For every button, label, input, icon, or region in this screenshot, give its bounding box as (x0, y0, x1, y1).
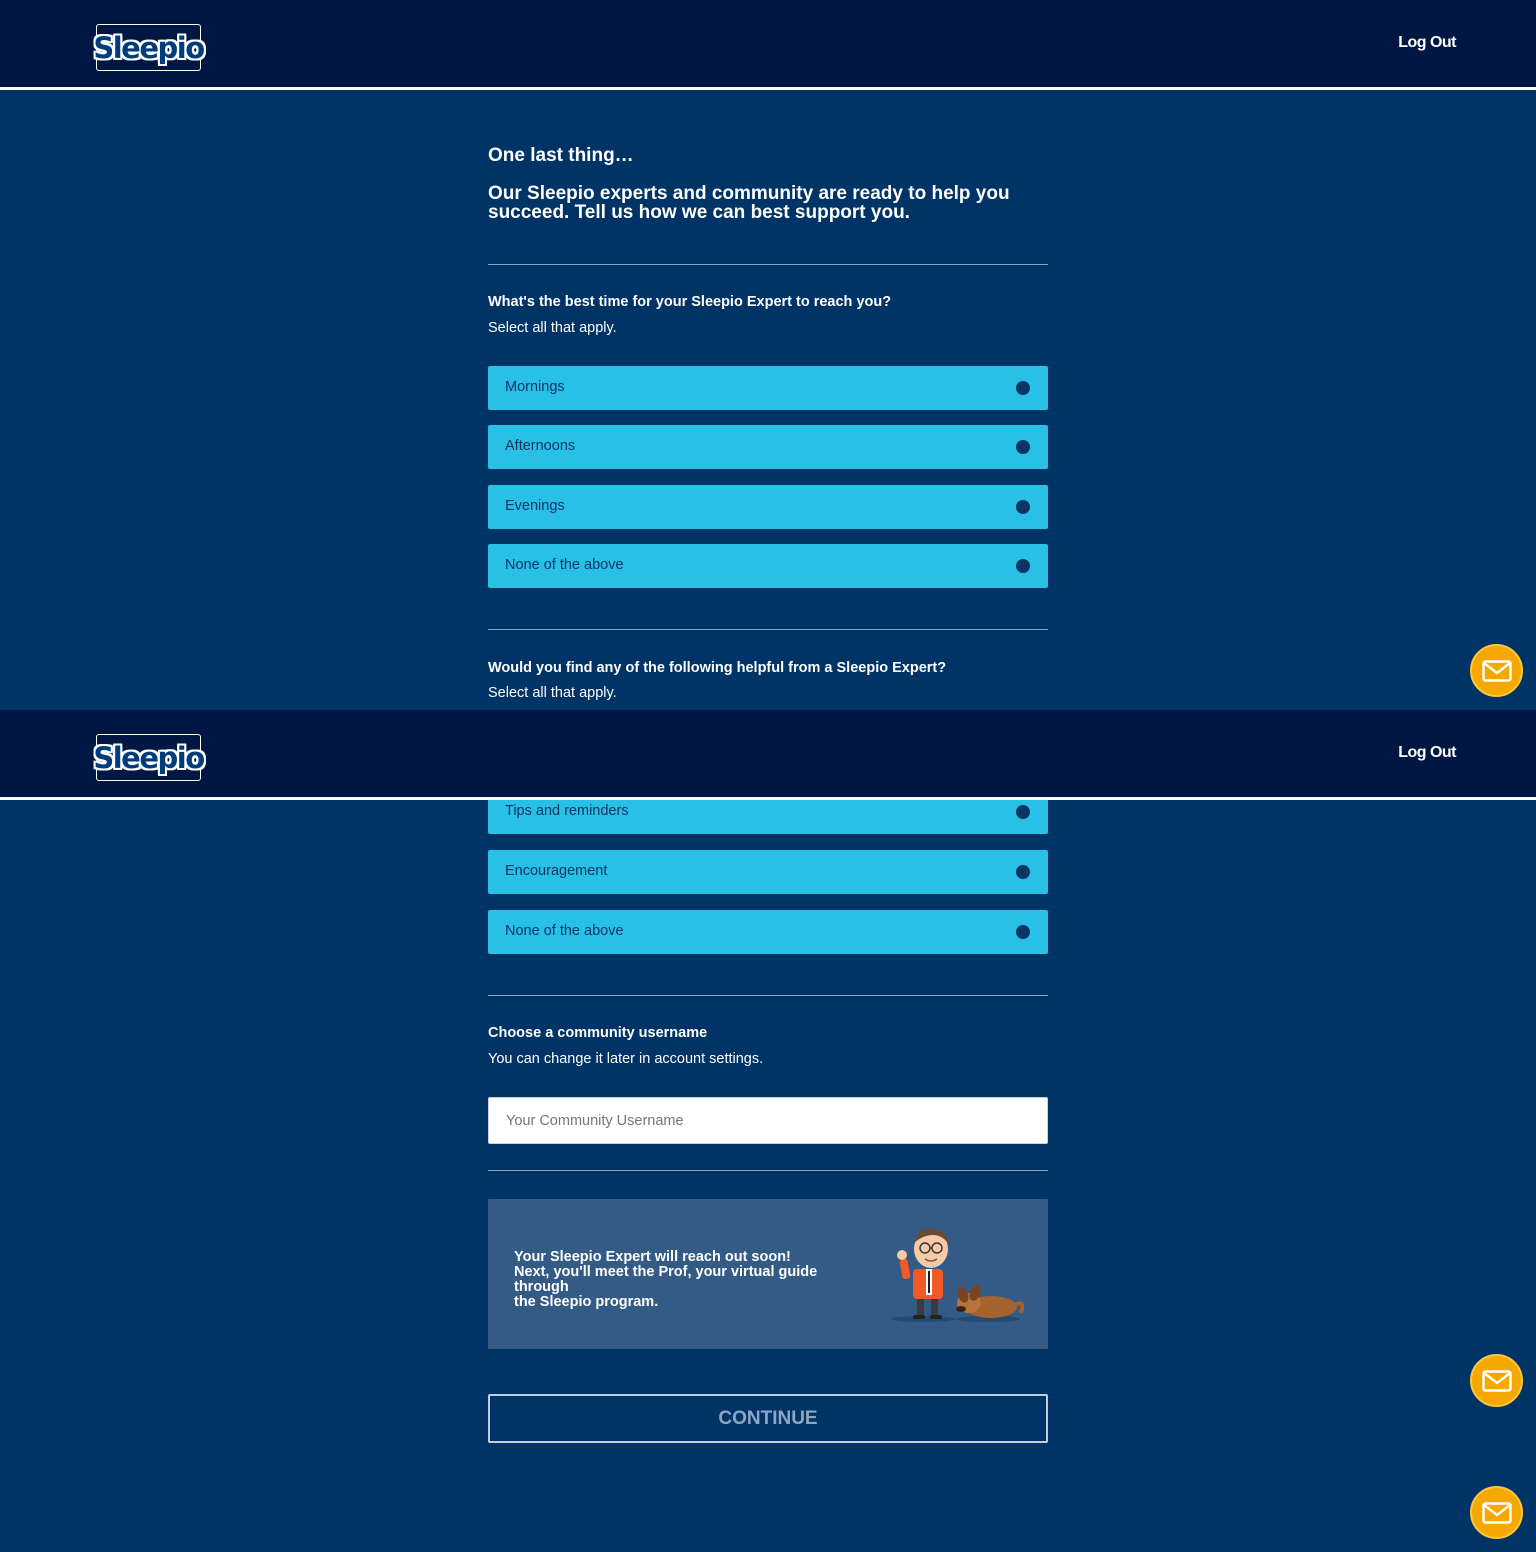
sleepio-logo[interactable]: Sleepio (93, 734, 205, 781)
dot-icon (1016, 381, 1030, 395)
info-line-3: the Sleepio program. (514, 1294, 659, 1310)
mail-icon (1481, 1369, 1512, 1392)
option-encouragement[interactable]: Encouragement (488, 850, 1048, 894)
logo-text: Sleepio (93, 30, 205, 65)
mail-icon (1481, 1501, 1512, 1524)
page-title: One last thing… (488, 145, 634, 166)
top-header: Sleepio Log Out (0, 0, 1536, 90)
username-input[interactable] (488, 1097, 1048, 1144)
subtitle-line-1: Our Sleepio experts and community are re… (488, 183, 1010, 204)
dot-icon (1016, 805, 1030, 819)
divider (488, 629, 1048, 630)
mail-button[interactable] (1470, 644, 1523, 697)
option-label: Tips and reminders (505, 803, 629, 819)
logout-link[interactable]: Log Out (1398, 34, 1456, 52)
info-line-1: Your Sleepio Expert will reach out soon! (514, 1249, 791, 1265)
info-card-text: Your Sleepio Expert will reach out soon!… (514, 1250, 874, 1310)
option-afternoons[interactable]: Afternoons (488, 425, 1048, 469)
dot-icon (1016, 500, 1030, 514)
dot-icon (1016, 559, 1030, 573)
info-card: Your Sleepio Expert will reach out soon!… (488, 1199, 1048, 1349)
option-mornings[interactable]: Mornings (488, 366, 1048, 410)
page: Sleepio Log Out One last thing… Our Slee… (0, 0, 1536, 1552)
dot-icon (1016, 865, 1030, 879)
option-none-time[interactable]: None of the above (488, 544, 1048, 588)
logout-link[interactable]: Log Out (1398, 744, 1456, 762)
dot-icon (1016, 440, 1030, 454)
divider (488, 995, 1048, 996)
option-evenings[interactable]: Evenings (488, 485, 1048, 529)
option-label: Mornings (505, 379, 565, 395)
dot-icon (1016, 925, 1030, 939)
username-hint: You can change it later in account setti… (488, 1051, 764, 1067)
username-label: Choose a community username (488, 1025, 708, 1041)
divider (488, 264, 1048, 265)
sticky-header: Sleepio Log Out (0, 710, 1536, 800)
logo-text: Sleepio (93, 740, 205, 775)
sleepio-logo[interactable]: Sleepio (93, 24, 205, 71)
option-none-help[interactable]: None of the above (488, 910, 1048, 954)
option-label: None of the above (505, 923, 624, 939)
option-label: Evenings (505, 498, 565, 514)
mail-button[interactable] (1470, 1354, 1523, 1407)
help-question-hint: Select all that apply. (488, 685, 617, 701)
help-question: Would you find any of the following help… (488, 660, 947, 676)
option-label: None of the above (505, 557, 624, 573)
time-question: What's the best time for your Sleepio Ex… (488, 294, 892, 310)
mail-button[interactable] (1470, 1486, 1523, 1539)
mail-icon (1481, 659, 1512, 682)
time-question-hint: Select all that apply. (488, 320, 617, 336)
subtitle-line-2: succeed. Tell us how we can best support… (488, 202, 910, 223)
prof-and-dog-illustration (891, 1228, 1025, 1322)
info-line-2: Next, you'll meet the Prof, your virtual… (514, 1264, 818, 1295)
divider (488, 1170, 1048, 1171)
continue-button[interactable]: CONTINUE (488, 1394, 1048, 1443)
option-label: Afternoons (505, 438, 576, 454)
option-label: Encouragement (505, 863, 608, 879)
page-subtitle: Our Sleepio experts and community are re… (488, 184, 1048, 222)
